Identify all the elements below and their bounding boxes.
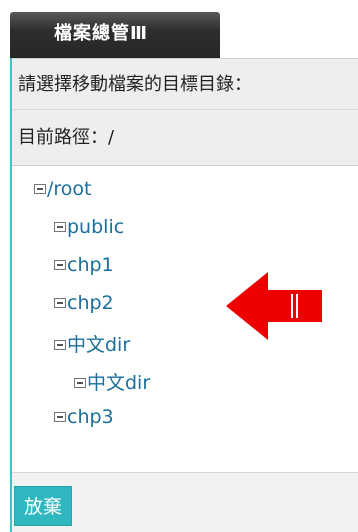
tree-node-root[interactable]: /root xyxy=(34,178,92,200)
move-file-dialog: 檔案總管Ⅲ 請選擇移動檔案的目標目錄： 目前路徑：/ /root public … xyxy=(0,0,358,532)
current-path-text: 目前路徑：/ xyxy=(18,127,115,148)
collapse-minus-icon[interactable] xyxy=(54,412,66,422)
tree-node-label[interactable]: public xyxy=(67,216,124,238)
tree-node-chp3[interactable]: chp3 xyxy=(54,406,114,428)
tree-node-label[interactable]: /root xyxy=(47,178,92,200)
collapse-minus-icon[interactable] xyxy=(74,378,86,388)
tree-node-public[interactable]: public xyxy=(54,216,124,238)
collapse-minus-icon[interactable] xyxy=(34,184,46,194)
select-target-prompt: 請選擇移動檔案的目標目錄： xyxy=(12,58,358,110)
window-title: 檔案總管Ⅲ xyxy=(54,23,149,44)
current-path-row: 目前路徑：/ xyxy=(12,110,358,166)
prompt-text: 請選擇移動檔案的目標目錄： xyxy=(18,74,252,95)
tree-node-chp1[interactable]: chp1 xyxy=(54,254,114,276)
tree-node-label[interactable]: chp3 xyxy=(67,406,114,428)
tree-node-label[interactable]: chp1 xyxy=(67,254,114,276)
collapse-minus-icon[interactable] xyxy=(54,340,66,350)
collapse-minus-icon[interactable] xyxy=(54,222,66,232)
cancel-button[interactable]: 放棄 xyxy=(14,486,72,526)
tree-node-label[interactable]: 中文dir xyxy=(87,372,150,394)
window-title-tab: 檔案總管Ⅲ xyxy=(10,12,220,58)
tree-node-chinese-dir[interactable]: 中文dir xyxy=(54,330,130,357)
tree-node-label[interactable]: 中文dir xyxy=(67,334,130,356)
tree-node-label[interactable]: chp2 xyxy=(67,292,114,314)
left-arrow-icon xyxy=(226,272,322,340)
collapse-minus-icon[interactable] xyxy=(54,298,66,308)
tree-node-chinese-subdir[interactable]: 中文dir xyxy=(74,368,150,395)
collapse-minus-icon[interactable] xyxy=(54,260,66,270)
tree-node-chp2[interactable]: chp2 xyxy=(54,292,114,314)
